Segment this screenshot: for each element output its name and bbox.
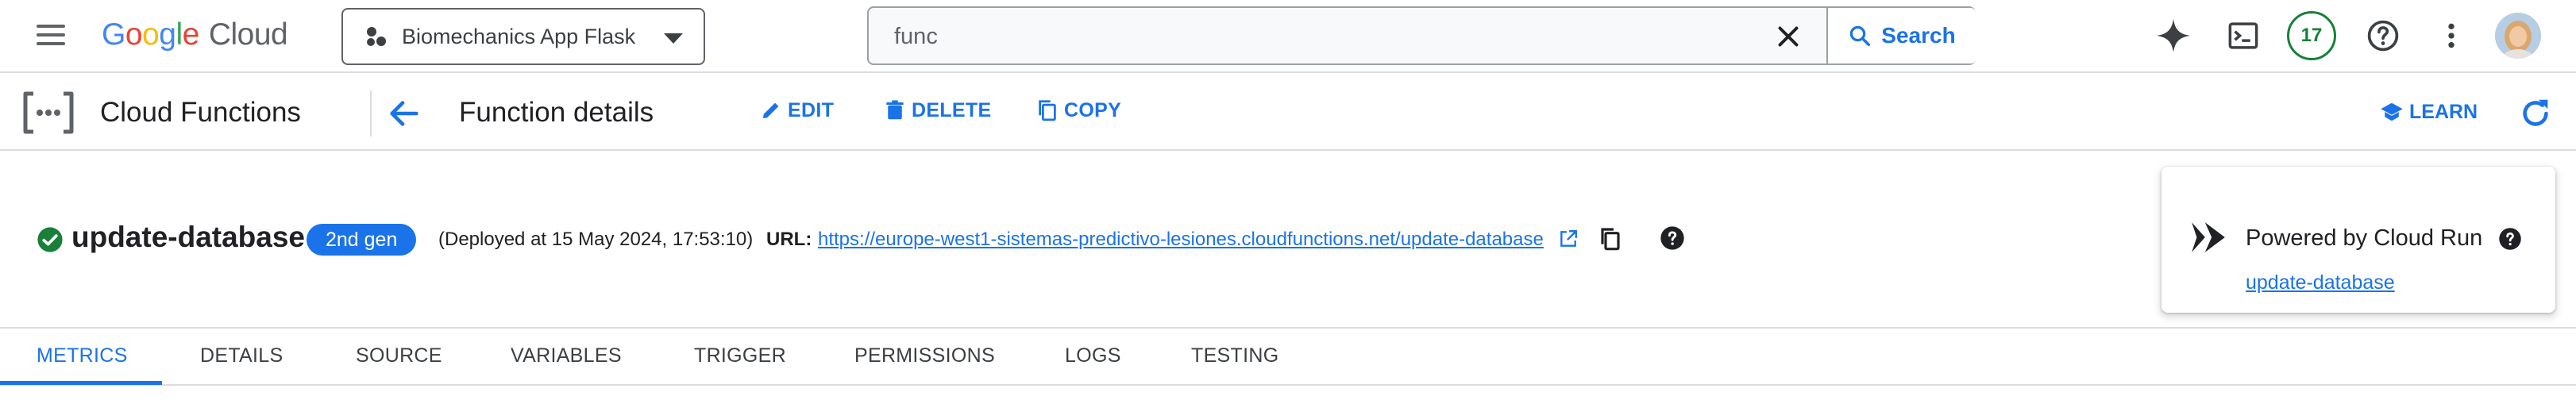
avatar[interactable] (2495, 13, 2541, 59)
help-icon[interactable] (2363, 16, 2403, 56)
cloud-functions-icon (23, 91, 74, 134)
chevron-down-icon (664, 33, 683, 44)
edit-label: EDIT (788, 98, 835, 121)
copy-button[interactable]: COPY (1035, 98, 1121, 122)
product-header: Cloud Functions Function details EDIT DE… (0, 75, 2576, 151)
school-icon (2381, 102, 2403, 121)
tab-details[interactable]: DETAILS (200, 344, 283, 367)
more-vert-icon[interactable] (2431, 16, 2471, 56)
refresh-icon[interactable] (2517, 95, 2554, 132)
header-divider (370, 90, 372, 137)
search-button[interactable]: Search (1828, 8, 1976, 63)
cloud-run-card: Powered by Cloud Run update-database (2161, 167, 2555, 313)
learn-label: LEARN (2409, 100, 2478, 123)
page-title: Function details (459, 97, 654, 128)
cloud-run-title: Powered by Cloud Run (2246, 225, 2483, 251)
deployed-timestamp: (Deployed at 15 May 2024, 17:53:10) (438, 229, 754, 250)
notification-count-badge[interactable]: 17 (2287, 11, 2336, 60)
gemini-sparkle-icon[interactable] (2154, 16, 2193, 56)
copy-label: COPY (1064, 98, 1122, 121)
cloud-run-service-link[interactable]: update-database (2246, 271, 2395, 294)
back-arrow-icon[interactable] (386, 95, 422, 132)
logo-suffix: Cloud (208, 17, 288, 52)
tab-permissions[interactable]: PERMISSIONS (854, 344, 995, 367)
tab-metrics[interactable]: METRICS (37, 344, 128, 367)
delete-button[interactable]: DELETE (883, 98, 991, 122)
generation-badge: 2nd gen (307, 224, 417, 256)
details-tabs: METRICS DETAILS SOURCE VARIABLES TRIGGER… (0, 327, 2576, 386)
menu-icon[interactable] (33, 21, 68, 52)
active-tab-indicator (0, 381, 162, 385)
project-icon (365, 25, 388, 48)
tab-logs[interactable]: LOGS (1065, 344, 1121, 367)
delete-label: DELETE (912, 98, 992, 121)
trash-icon (886, 100, 904, 120)
tab-trigger[interactable]: TRIGGER (694, 344, 786, 367)
top-app-bar: Google Cloud Biomechanics App Flask func … (0, 0, 2576, 73)
learn-button[interactable]: LEARN (2379, 100, 2478, 124)
tab-source[interactable]: SOURCE (356, 344, 442, 367)
search-icon (1850, 25, 1871, 46)
help-circle-icon[interactable] (1660, 225, 1685, 251)
terminal-icon[interactable] (2223, 16, 2263, 56)
function-name: update-database (71, 221, 306, 253)
check-circle-icon (37, 227, 63, 252)
tab-variables[interactable]: VARIABLES (511, 344, 622, 367)
cloud-run-icon (2192, 222, 2225, 252)
edit-button[interactable]: EDIT (759, 98, 834, 122)
url-label: URL: (766, 229, 812, 250)
copy-icon (1039, 100, 1056, 121)
tab-testing[interactable]: TESTING (1191, 344, 1278, 367)
function-url-link[interactable]: https://europe-west1-sistemas-predictivo… (818, 229, 1544, 251)
help-circle-icon[interactable] (2498, 227, 2522, 251)
product-name: Cloud Functions (100, 97, 301, 128)
pencil-icon (763, 102, 779, 118)
close-icon[interactable] (1774, 22, 1803, 51)
google-cloud-logo[interactable]: Google Cloud (102, 17, 288, 52)
project-name: Biomechanics App Flask (402, 24, 636, 48)
open-in-new-icon[interactable] (1558, 229, 1579, 249)
search-bar: func Search (867, 6, 1976, 65)
search-input[interactable]: func (894, 24, 938, 50)
project-picker[interactable]: Biomechanics App Flask (341, 8, 705, 65)
search-button-label: Search (1881, 23, 1956, 48)
copy-url-icon[interactable] (1598, 225, 1623, 252)
